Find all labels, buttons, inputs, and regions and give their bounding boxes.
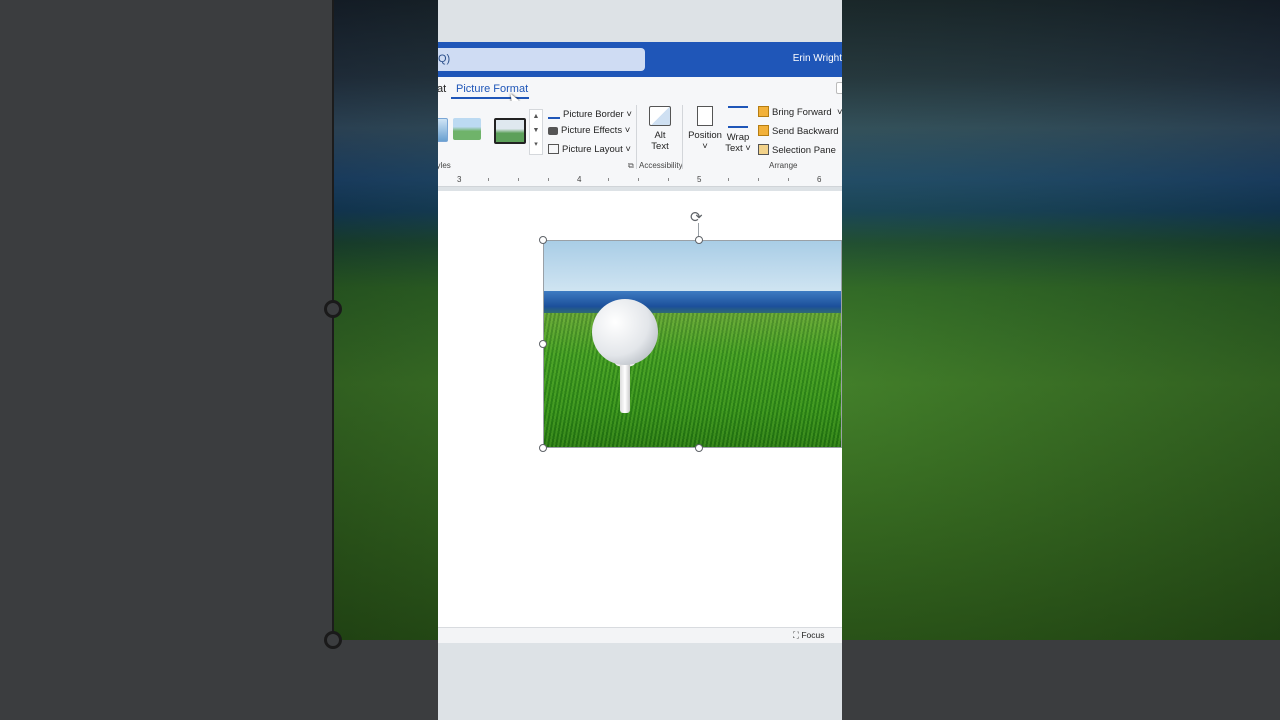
tab-picture-format[interactable]: Picture Format (456, 83, 528, 95)
ruler-tick (548, 178, 549, 181)
title-bar: Q) Erin Wright (438, 42, 842, 77)
alt-text-icon (649, 106, 671, 126)
panel-bottom (438, 643, 842, 720)
ribbon: ▲ ▼ ▾ Styles ⧉ Picture Border ˅ Picture … (438, 101, 842, 174)
separator (682, 105, 683, 169)
ruler-number: 3 (457, 175, 462, 184)
comments-icon[interactable] (836, 82, 842, 94)
bring-forward-label: Bring Forward (772, 107, 832, 118)
position-dropdown-icon: ˅ (702, 141, 708, 152)
bg-edge (332, 0, 334, 640)
wrap-text-label-1: Wrap (726, 132, 750, 143)
alt-text-label-1: Alt (654, 130, 666, 141)
picture-layout-button[interactable]: Picture Layout ˅ (548, 144, 631, 155)
ruler-tick (608, 178, 609, 181)
picture-border-label: Picture Border (563, 109, 624, 120)
selection-pane-label: Selection Pane (772, 145, 836, 156)
golf-tee (620, 361, 630, 413)
resize-handle-bottom-middle[interactable] (695, 444, 703, 452)
focus-icon: ⛶ (793, 630, 799, 640)
resize-handle-top-left[interactable] (539, 236, 547, 244)
alt-text-label-2: Text (651, 141, 669, 152)
ruler-number: 5 (697, 175, 702, 184)
focus-mode-button[interactable]: ⛶ Focus (793, 630, 824, 641)
ruler-tick (728, 178, 729, 181)
scroll-down-icon[interactable]: ▼ (530, 124, 542, 138)
bring-forward-button[interactable]: Bring Forward ˅ (758, 106, 842, 118)
send-backward-icon (758, 125, 769, 136)
picture-layout-label: Picture Layout (562, 144, 623, 155)
picture-effects-button[interactable]: Picture Effects ˅ (548, 125, 630, 136)
picture-border-button[interactable]: Picture Border ˅ (548, 106, 632, 120)
wrap-text-icon (728, 106, 748, 128)
alt-text-button[interactable]: Alt Text (646, 106, 674, 152)
resize-handle-bottom-left[interactable] (539, 444, 547, 452)
bg-left-gray (0, 0, 333, 720)
status-bar: ⛶ Focus (438, 627, 842, 644)
accessibility-group-label: Accessibility (639, 161, 683, 170)
ruler-tick (758, 178, 759, 181)
picture-style-2[interactable] (453, 118, 481, 140)
selection-pane-button[interactable]: Selection Pane (758, 144, 836, 156)
bg-handle-middle (324, 300, 342, 318)
focus-label: Focus (801, 630, 825, 640)
wrap-text-label-2: Text ˅ (725, 143, 751, 154)
ruler-number: 6 (817, 175, 822, 184)
resize-handle-top-middle[interactable] (695, 236, 703, 244)
picture-effects-label: Picture Effects (561, 125, 623, 136)
picture-sky (544, 241, 841, 297)
pen-border-icon (548, 106, 560, 119)
styles-group-label: Styles (438, 161, 451, 170)
wrap-text-button[interactable]: Wrap Text ˅ (724, 106, 752, 154)
ruler-tick (638, 178, 639, 181)
position-icon (697, 106, 713, 126)
arrange-group-label: Arrange (769, 161, 798, 170)
scroll-up-icon[interactable]: ▲ (530, 110, 542, 124)
ruler-tick (788, 178, 789, 181)
layout-icon (548, 144, 559, 154)
gallery-scroll[interactable]: ▲ ▼ ▾ (529, 109, 543, 155)
rotate-handle-icon[interactable]: ⟳ (690, 208, 703, 226)
picture-style-3[interactable] (494, 118, 526, 144)
search-text: Q) (438, 53, 451, 65)
document-page[interactable]: ⟳ (438, 191, 842, 627)
word-window: Q) Erin Wright at Picture Format ▲ ▼ ▾ S… (438, 0, 842, 720)
golf-ball (592, 299, 658, 365)
ruler: 3 4 5 6 (438, 173, 842, 187)
selection-pane-icon (758, 144, 769, 155)
ruler-tick (488, 178, 489, 181)
tab-shape-format[interactable]: at (438, 83, 446, 95)
position-label: Position (688, 130, 722, 141)
separator (636, 105, 637, 169)
ruler-tick (518, 178, 519, 181)
user-name[interactable]: Erin Wright (793, 53, 842, 64)
ruler-tick (668, 178, 669, 181)
ruler-number: 4 (577, 175, 582, 184)
gallery-more-icon[interactable]: ▾ (530, 138, 542, 152)
send-backward-button[interactable]: Send Backward (758, 125, 839, 137)
send-backward-label: Send Backward (772, 126, 839, 137)
ribbon-tabs: at Picture Format (438, 77, 842, 105)
position-button[interactable]: Position ˅ (688, 106, 722, 152)
picture-style-1[interactable] (438, 118, 448, 142)
bring-forward-icon (758, 106, 769, 117)
resize-handle-middle-left[interactable] (539, 340, 547, 348)
search-box[interactable]: Q) (438, 48, 645, 71)
golf-ball-picture[interactable] (543, 240, 842, 448)
picture-grass (544, 313, 841, 447)
effects-icon (548, 127, 558, 135)
bg-handle-bottom (324, 631, 342, 649)
dialog-launcher-icon[interactable]: ⧉ (628, 161, 634, 171)
